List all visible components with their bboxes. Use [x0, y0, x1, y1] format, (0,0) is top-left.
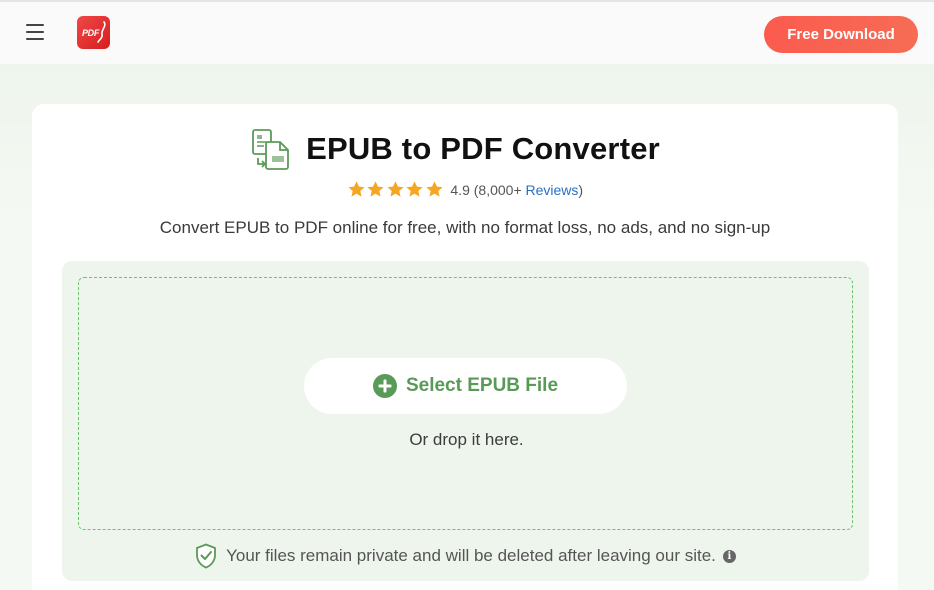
privacy-notice: Your files remain private and will be de…: [62, 543, 869, 569]
privacy-text: Your files remain private and will be de…: [226, 546, 716, 565]
shield-check-icon: [196, 543, 216, 569]
page-title: EPUB to PDF Converter: [306, 131, 660, 166]
star-icon: [387, 181, 404, 197]
rating-value: 4.9: [450, 181, 470, 198]
plus-circle-icon: [372, 374, 397, 398]
hamburger-icon[interactable]: [26, 24, 44, 40]
select-file-label: Select EPUB File: [405, 375, 559, 396]
title-row: EPUB to PDF Converter: [32, 128, 898, 170]
rating-count: (8,000+: [473, 181, 522, 198]
rating-close-paren: ): [578, 181, 584, 198]
star-icon: [348, 181, 365, 197]
epub-to-pdf-icon: [252, 129, 289, 170]
pdf-logo-icon[interactable]: PDF: [77, 16, 110, 49]
free-download-button[interactable]: Free Download: [764, 16, 918, 53]
star-icon: [367, 181, 384, 197]
upload-panel: Select EPUB File Or drop it here. Your f…: [62, 261, 869, 581]
converter-card: EPUB to PDF Converter 4.9 (8,000+ Review…: [32, 104, 898, 590]
page-subtitle: Convert EPUB to PDF online for free, wit…: [159, 218, 771, 237]
top-nav: PDF Free Download: [0, 2, 934, 64]
info-icon[interactable]: i: [722, 549, 736, 563]
drop-hint: Or drop it here.: [409, 430, 524, 449]
star-icon: [406, 181, 423, 197]
star-icon: [426, 181, 443, 197]
star-rating: [347, 180, 445, 199]
reviews-link[interactable]: Reviews: [526, 182, 579, 198]
select-epub-file-button[interactable]: Select EPUB File: [304, 358, 627, 414]
drop-zone[interactable]: Select EPUB File Or drop it here.: [78, 277, 853, 530]
pen-stroke-icon: [97, 21, 106, 43]
rating-row: 4.9 (8,000+ Reviews): [32, 180, 898, 199]
